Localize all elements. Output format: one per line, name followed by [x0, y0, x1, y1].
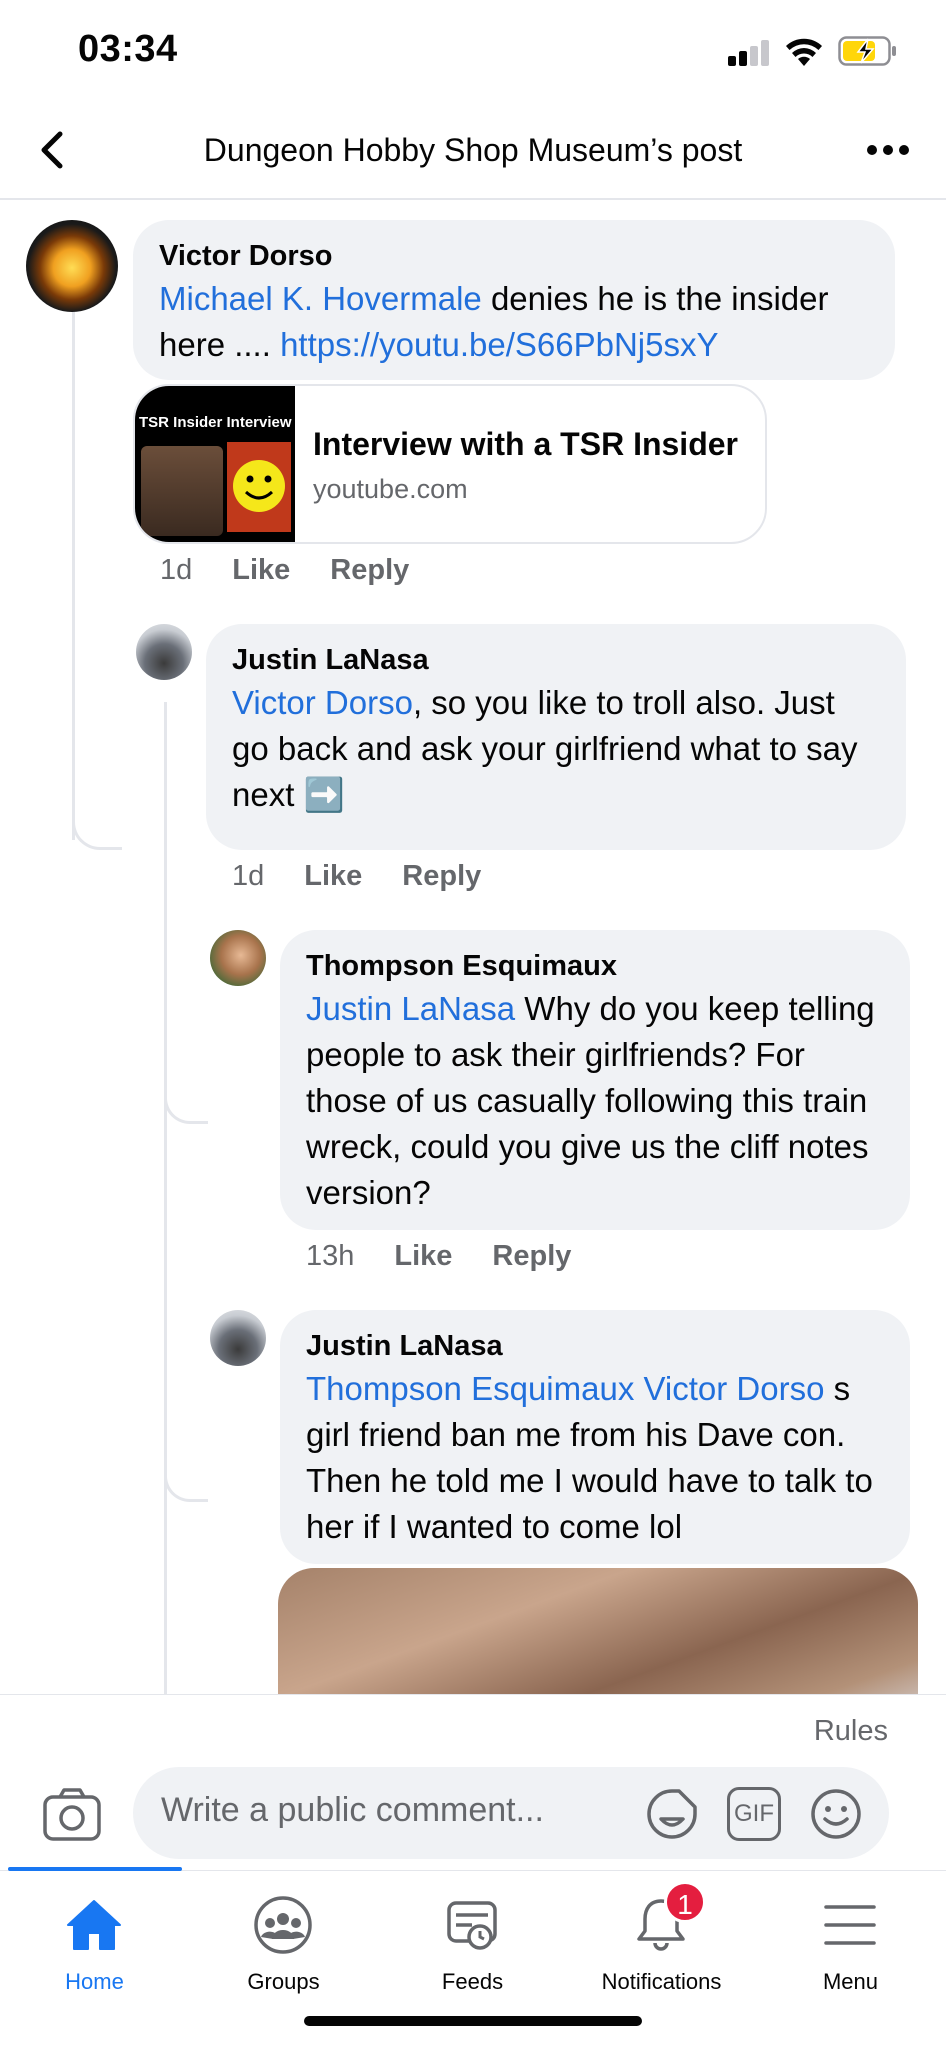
top-nav: Dungeon Hobby Shop Museum’s post — [0, 100, 946, 200]
comment-actions: 1d Like Reply — [232, 860, 481, 893]
reply-button[interactable]: Reply — [402, 860, 481, 893]
comment-time[interactable]: 13h — [306, 1240, 354, 1273]
page-title: Dungeon Hobby Shop Museum’s post — [203, 132, 743, 168]
tab-home[interactable]: Home — [0, 1887, 189, 1997]
link-domain: youtube.com — [313, 474, 468, 504]
url-link[interactable]: https://youtu.be/S66PbNj5sxY — [280, 326, 718, 363]
link-preview-card[interactable]: TSR Insider Interview Interview with a T… — [133, 384, 767, 544]
comment-placeholder: Write a public comment... — [161, 1791, 544, 1829]
reply-button[interactable]: Reply — [492, 1240, 571, 1273]
comment-time[interactable]: 1d — [232, 860, 264, 893]
tab-label: Groups — [247, 1969, 320, 1994]
comment-time[interactable]: 1d — [160, 554, 192, 587]
avatar[interactable] — [210, 1310, 266, 1366]
tab-label: Feeds — [441, 1969, 504, 1994]
thread-branch — [72, 802, 122, 850]
wifi-icon — [786, 38, 822, 66]
smiley-face-icon — [227, 442, 291, 532]
comment-thread: Victor Dorso Michael K. Hovermale denies… — [0, 202, 946, 1694]
thumbnail-person — [141, 446, 223, 536]
like-button[interactable]: Like — [304, 860, 362, 893]
comment-bubble: Justin LaNasa Thompson Esquimaux Victor … — [280, 1310, 910, 1564]
battery-charging-icon — [838, 36, 896, 66]
tab-label: Home — [65, 1969, 124, 1994]
comment-actions: 1d Like Reply — [160, 554, 409, 587]
camera-icon[interactable] — [42, 1787, 102, 1843]
status-bar: 03:34 — [0, 0, 946, 100]
thumbnail-caption: TSR Insider Interview — [139, 414, 292, 431]
reply-button[interactable]: Reply — [330, 554, 409, 587]
comment-bubble: Justin LaNasa Victor Dorso, so you like … — [206, 624, 906, 850]
mention-link[interactable]: Michael K. Hovermale — [159, 280, 482, 317]
rules-link[interactable]: Rules — [814, 1715, 888, 1748]
status-time: 03:34 — [78, 28, 178, 70]
gif-icon[interactable]: GIF — [727, 1787, 781, 1841]
comment-author[interactable]: Victor Dorso — [159, 236, 869, 276]
thread-branch — [164, 1460, 208, 1502]
active-tab-indicator — [8, 1867, 182, 1871]
comment-author[interactable]: Justin LaNasa — [232, 640, 880, 680]
thread-line — [72, 310, 75, 840]
avatar[interactable] — [136, 624, 192, 680]
feeds-icon — [447, 1901, 497, 1950]
like-button[interactable]: Like — [394, 1240, 452, 1273]
comment-photo[interactable] — [278, 1568, 918, 1694]
tab-feeds[interactable]: Feeds — [378, 1887, 567, 1997]
comment-composer: Rules Write a public comment... GIF — [0, 1694, 946, 1870]
emoji-icon[interactable] — [809, 1787, 863, 1841]
notification-badge: 1 — [664, 1881, 706, 1923]
like-button[interactable]: Like — [232, 554, 290, 587]
home-indicator[interactable] — [304, 2016, 642, 2026]
avatar[interactable] — [210, 930, 266, 986]
comment-actions: 13h Like Reply — [306, 1240, 571, 1273]
mention-link[interactable]: Victor Dorso — [232, 684, 413, 721]
comment-bubble: Victor Dorso Michael K. Hovermale denies… — [133, 220, 895, 380]
comment-author[interactable]: Thompson Esquimaux — [306, 946, 884, 986]
tab-label: Notifications — [601, 1969, 722, 1994]
mention-link[interactable]: Thompson Esquimaux Victor Dorso — [306, 1370, 824, 1407]
more-options-icon[interactable] — [860, 126, 916, 174]
comment-text: Thompson Esquimaux Victor Dorso s girl f… — [306, 1370, 873, 1545]
tab-label: Menu — [822, 1969, 879, 1994]
link-title: Interview with a TSR Insider — [313, 426, 738, 462]
tab-menu[interactable]: Menu — [756, 1887, 945, 1997]
mention-link[interactable]: Justin LaNasa — [306, 990, 515, 1027]
groups-icon — [254, 1896, 312, 1954]
thread-line — [164, 702, 167, 1694]
tab-notifications[interactable]: Notifications — [567, 1887, 756, 1997]
link-thumbnail: TSR Insider Interview — [135, 386, 295, 542]
sticker-icon[interactable] — [645, 1787, 699, 1841]
comment-text: Victor Dorso, so you like to troll also.… — [232, 684, 858, 813]
comment-text: Michael K. Hovermale denies he is the in… — [159, 280, 829, 363]
cellular-signal-icon — [728, 40, 770, 66]
comment-input[interactable]: Write a public comment... GIF — [133, 1767, 889, 1859]
home-icon — [67, 1900, 121, 1950]
comment-author[interactable]: Justin LaNasa — [306, 1326, 884, 1366]
menu-icon — [824, 1905, 876, 1945]
arrow-emoji-icon: ➡️ — [303, 776, 345, 813]
comment-text: Justin LaNasa Why do you keep telling pe… — [306, 990, 875, 1211]
tab-groups[interactable]: Groups — [189, 1887, 378, 1997]
avatar[interactable] — [26, 220, 118, 312]
thread-branch — [164, 1082, 208, 1124]
comment-bubble: Thompson Esquimaux Justin LaNasa Why do … — [280, 930, 910, 1230]
